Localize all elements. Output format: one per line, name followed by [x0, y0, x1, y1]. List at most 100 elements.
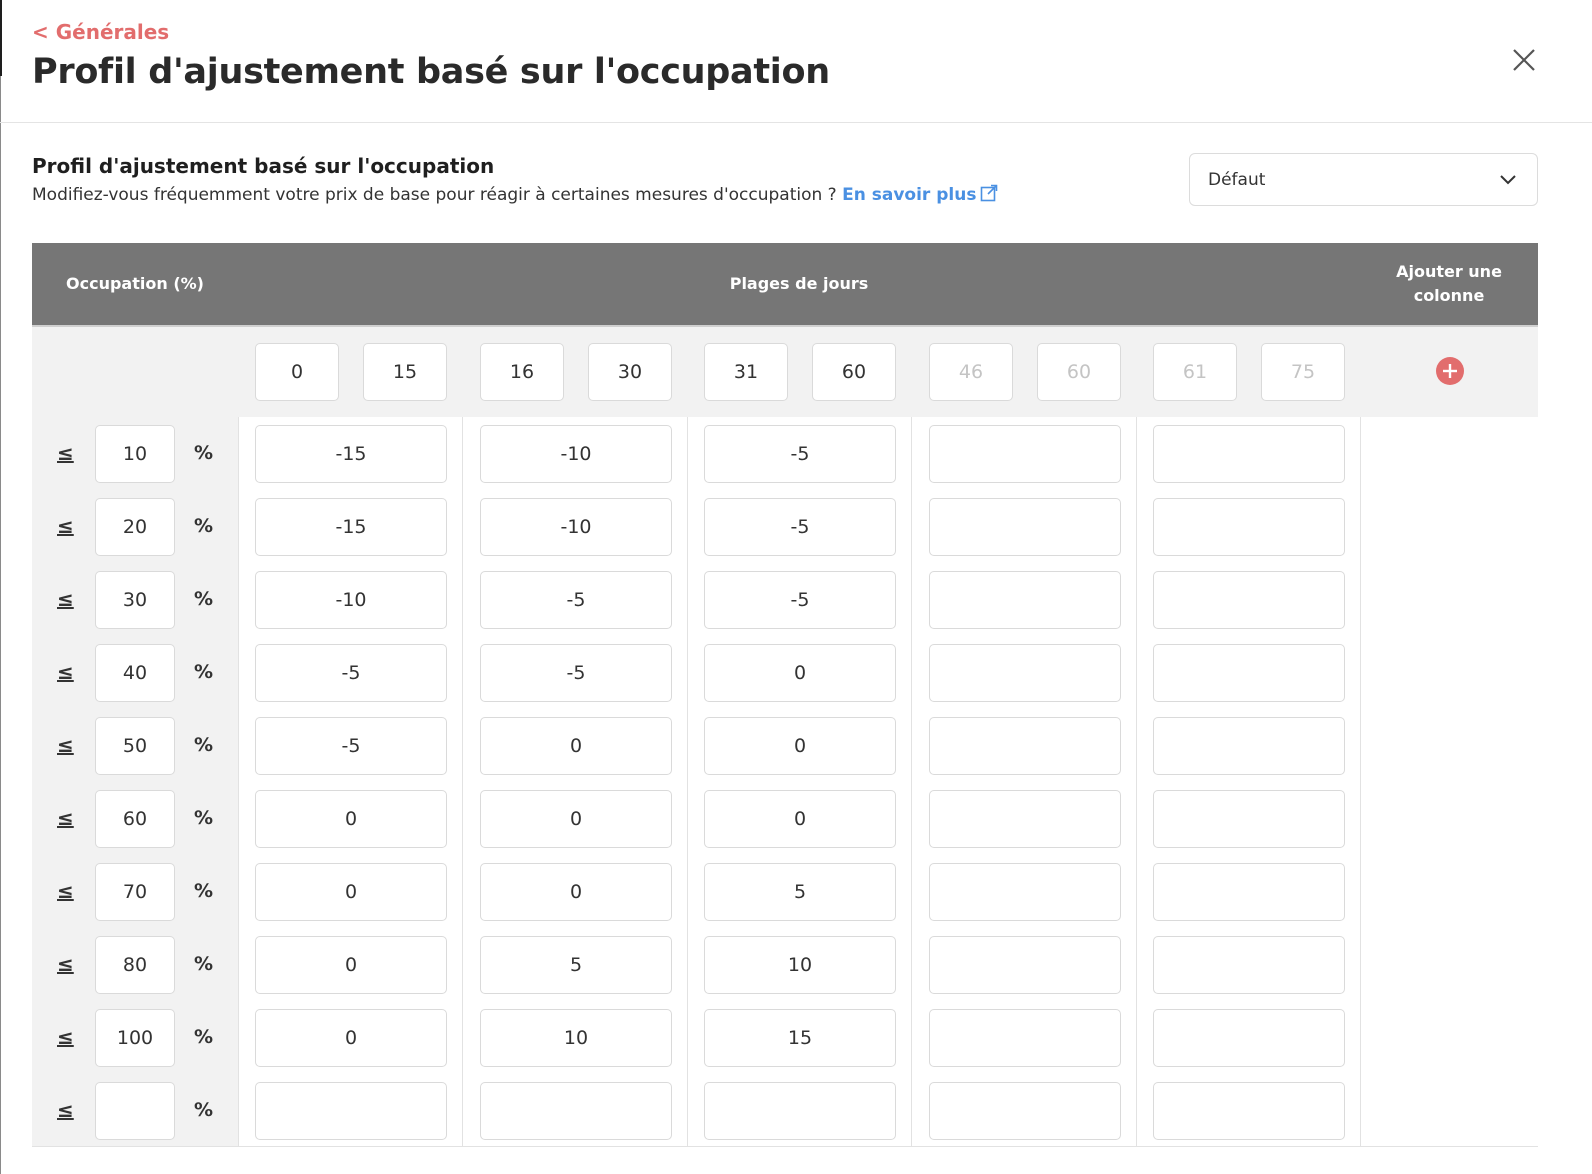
- adjustment-value-input[interactable]: [1153, 644, 1345, 702]
- profile-select[interactable]: Défaut: [1189, 153, 1538, 206]
- adjustment-value-input[interactable]: -5: [255, 644, 447, 702]
- adjustment-value-input[interactable]: [1153, 498, 1345, 556]
- column-divider: [1136, 417, 1137, 1147]
- occupation-threshold-input[interactable]: 10: [95, 425, 175, 483]
- table-header: Occupation (%) Plages de jours Ajouter u…: [32, 243, 1538, 327]
- range-to-input[interactable]: 30: [588, 343, 672, 401]
- adjustment-value-input[interactable]: [929, 717, 1121, 775]
- adjustment-value-input[interactable]: -15: [255, 425, 447, 483]
- less-equal-symbol: ≤: [57, 660, 74, 684]
- adjustment-value-input[interactable]: 0: [255, 1009, 447, 1067]
- percent-symbol: %: [194, 442, 214, 464]
- adjustment-value-input[interactable]: 0: [255, 863, 447, 921]
- adjustment-value-input[interactable]: 0: [255, 936, 447, 994]
- adjustment-value-input[interactable]: [929, 1009, 1121, 1067]
- occupation-threshold-input[interactable]: 70: [95, 863, 175, 921]
- occupation-threshold-input[interactable]: 30: [95, 571, 175, 629]
- occupation-threshold-input[interactable]: 40: [95, 644, 175, 702]
- adjustment-value-input[interactable]: [929, 863, 1121, 921]
- adjustment-value-input[interactable]: 15: [704, 1009, 896, 1067]
- adjustment-value-input[interactable]: 0: [480, 717, 672, 775]
- adjustment-value-input[interactable]: [1153, 571, 1345, 629]
- profile-select-value: Défaut: [1208, 169, 1266, 190]
- occupation-threshold-input[interactable]: 50: [95, 717, 175, 775]
- adjustment-value-input[interactable]: [929, 936, 1121, 994]
- learn-more-label: En savoir plus: [842, 185, 977, 205]
- percent-symbol: %: [194, 588, 214, 610]
- percent-symbol: %: [194, 515, 214, 537]
- adjustment-value-input[interactable]: 0: [480, 790, 672, 848]
- adjustment-value-input[interactable]: [1153, 425, 1345, 483]
- adjustment-value-input[interactable]: [929, 498, 1121, 556]
- day-range-row: 0 15 16 30 31 60 46 60 61 75: [32, 327, 1538, 417]
- range-to-input[interactable]: 60: [1037, 343, 1121, 401]
- occupation-threshold-input[interactable]: 20: [95, 498, 175, 556]
- adjustment-value-input[interactable]: [1153, 790, 1345, 848]
- values-grid: ≤10% -15 -10 -5 ≤20% -15 -10 -5 ≤30% -10 -5 -5 ≤40% -…: [32, 417, 1538, 1147]
- window-edge-lower: [0, 76, 1, 1174]
- percent-symbol: %: [194, 661, 214, 683]
- occupation-threshold-input[interactable]: 80: [95, 936, 175, 994]
- window-edge: [0, 0, 2, 76]
- adjustment-value-input[interactable]: [929, 571, 1121, 629]
- adjustment-value-input[interactable]: -10: [480, 425, 672, 483]
- page-title: Profil d'ajustement basé sur l'occupatio…: [32, 52, 830, 92]
- range-from-input[interactable]: 0: [255, 343, 339, 401]
- adjustment-value-input[interactable]: [1153, 717, 1345, 775]
- less-equal-symbol: ≤: [57, 514, 74, 538]
- adjustment-value-input[interactable]: -5: [704, 425, 896, 483]
- description-text: Modifiez-vous fréquemment votre prix de …: [32, 185, 837, 205]
- adjustment-value-input[interactable]: 10: [480, 1009, 672, 1067]
- adjustment-value-input[interactable]: -5: [480, 571, 672, 629]
- adjustment-value-input[interactable]: [1153, 936, 1345, 994]
- section-title: Profil d'ajustement basé sur l'occupatio…: [32, 154, 495, 178]
- adjustment-value-input[interactable]: 5: [480, 936, 672, 994]
- adjustment-value-input[interactable]: [1153, 863, 1345, 921]
- range-from-input[interactable]: 61: [1153, 343, 1237, 401]
- adjustment-value-input[interactable]: -10: [255, 571, 447, 629]
- adjustment-value-input[interactable]: 10: [704, 936, 896, 994]
- adjustment-value-input[interactable]: [929, 644, 1121, 702]
- adjustment-value-input[interactable]: [1153, 1009, 1345, 1067]
- close-icon[interactable]: [1508, 44, 1540, 76]
- adjustment-value-input[interactable]: -10: [480, 498, 672, 556]
- section-description: Modifiez-vous fréquemment votre prix de …: [32, 184, 998, 207]
- percent-symbol: %: [194, 880, 214, 902]
- occupation-threshold-input[interactable]: [95, 1082, 175, 1140]
- range-to-input[interactable]: 60: [812, 343, 896, 401]
- adjustment-value-input[interactable]: [929, 790, 1121, 848]
- adjustment-value-input[interactable]: -5: [704, 571, 896, 629]
- header-occupation: Occupation (%): [66, 274, 204, 293]
- less-equal-symbol: ≤: [57, 806, 74, 830]
- column-divider: [911, 417, 912, 1147]
- range-from-input[interactable]: 16: [480, 343, 564, 401]
- back-link-generales[interactable]: < Générales: [32, 20, 169, 44]
- adjustment-value-input[interactable]: [480, 1082, 672, 1140]
- adjustment-value-input[interactable]: -5: [480, 644, 672, 702]
- adjustment-value-input[interactable]: -5: [704, 498, 896, 556]
- adjustment-value-input[interactable]: 0: [255, 790, 447, 848]
- adjustment-value-input[interactable]: 0: [704, 644, 896, 702]
- adjustment-value-input[interactable]: [1153, 1082, 1345, 1140]
- less-equal-symbol: ≤: [57, 1098, 74, 1122]
- range-from-input[interactable]: 46: [929, 343, 1013, 401]
- adjustment-value-input[interactable]: [704, 1082, 896, 1140]
- adjustment-value-input[interactable]: -5: [255, 717, 447, 775]
- adjustment-value-input[interactable]: 0: [480, 863, 672, 921]
- adjustment-value-input[interactable]: [929, 1082, 1121, 1140]
- occupation-threshold-input[interactable]: 60: [95, 790, 175, 848]
- adjustment-value-input[interactable]: 0: [704, 790, 896, 848]
- occupation-threshold-input[interactable]: 100: [95, 1009, 175, 1067]
- adjustment-value-input[interactable]: 5: [704, 863, 896, 921]
- adjustment-value-input[interactable]: [929, 425, 1121, 483]
- plus-circle-icon[interactable]: [1435, 356, 1465, 386]
- percent-symbol: %: [194, 1026, 214, 1048]
- learn-more-link[interactable]: En savoir plus: [842, 184, 998, 205]
- range-to-input[interactable]: 15: [363, 343, 447, 401]
- adjustment-value-input[interactable]: -15: [255, 498, 447, 556]
- adjustment-value-input[interactable]: 0: [704, 717, 896, 775]
- adjustment-value-input[interactable]: [255, 1082, 447, 1140]
- table-bottom-border: [32, 1146, 1538, 1147]
- range-to-input[interactable]: 75: [1261, 343, 1345, 401]
- range-from-input[interactable]: 31: [704, 343, 788, 401]
